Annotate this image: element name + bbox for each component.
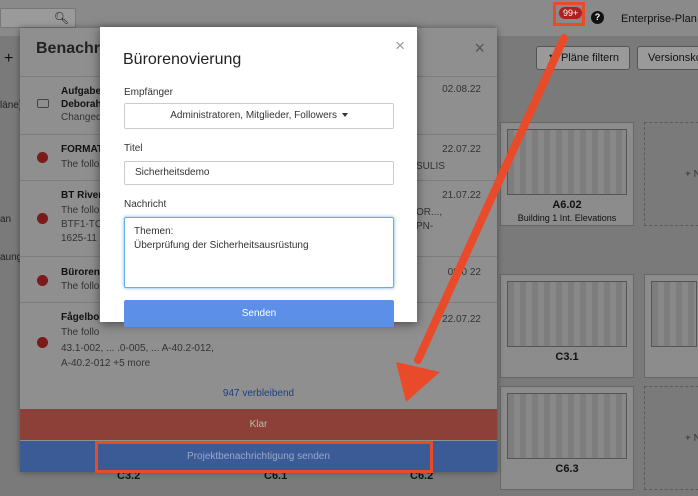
notification-heading: Fågelbo — [61, 312, 100, 323]
alert-icon — [37, 337, 48, 348]
filter-plans-label: Pläne filtern — [560, 52, 620, 64]
recipients-select[interactable]: Administratoren, Mitglieder, Followers — [124, 103, 394, 129]
plan-subtitle: Building 1 Int. Elevations — [517, 213, 617, 223]
caret-down-icon — [341, 113, 348, 118]
project-notification-dialog: Bürorenovierung × Empfänger Administrato… — [100, 27, 417, 327]
plan-code: A6.02 — [552, 199, 582, 211]
send-button[interactable]: Senden — [124, 300, 394, 327]
add-plan-label: + N — [685, 169, 698, 180]
notification-text: OR..., — [416, 207, 443, 218]
plan-code: C3.1 — [555, 351, 579, 363]
plan-thumbnail[interactable] — [644, 274, 698, 378]
notification-text: The follo — [61, 205, 100, 216]
plan-thumbnail[interactable]: C3.1 — [500, 274, 634, 378]
notification-heading: FORMAT — [61, 144, 104, 155]
notification-date: 21.07.22 — [442, 190, 481, 201]
plan-thumbnail[interactable]: C6.3 — [500, 386, 634, 490]
alert-icon — [37, 213, 48, 224]
notification-text: Changed — [61, 112, 102, 123]
notification-text: 1625-11 — [61, 233, 97, 244]
badge-highlight — [553, 2, 585, 26]
close-icon[interactable]: × — [395, 36, 405, 56]
notification-date: 02.08.22 — [442, 84, 481, 95]
chat-icon — [37, 99, 49, 108]
send-button-highlight — [95, 441, 433, 473]
notification-text: SULIS — [416, 161, 445, 172]
plan-preview — [507, 393, 627, 459]
notification-date: 08.0 22 — [447, 267, 481, 278]
notification-text: BTF1-TC — [61, 219, 103, 230]
side-label: an — [0, 214, 12, 225]
help-icon[interactable]: ? — [591, 11, 604, 24]
add-plan-slot[interactable]: + N — [644, 122, 698, 226]
notification-heading: Büroren — [61, 267, 100, 278]
recipients-label: Empfänger — [124, 87, 173, 98]
notification-text: The follo — [61, 281, 100, 292]
versions-button[interactable]: Versionsko — [637, 46, 698, 70]
side-label: läne) — [0, 100, 23, 111]
notification-text: Deborah — [61, 99, 102, 110]
notification-heading: Aufgabe — [61, 86, 101, 97]
plan-preview — [651, 281, 697, 347]
add-plan-label: + N — [685, 433, 698, 444]
title-label: Titel — [124, 143, 143, 154]
notification-heading: BT River — [61, 190, 103, 201]
remaining-count[interactable]: 947 verbleibend — [20, 388, 497, 399]
plan-code: C6.3 — [555, 463, 579, 475]
notification-date: 22.07.22 — [442, 144, 481, 155]
notification-text: The follo — [61, 327, 100, 338]
notification-text: PN- — [416, 221, 434, 232]
alert-icon — [37, 152, 48, 163]
plan-preview — [507, 129, 627, 195]
clear-button[interactable]: Klar — [20, 409, 497, 440]
plan-preview — [507, 281, 627, 347]
plan-thumbnail[interactable]: A6.02 Building 1 Int. Elevations — [500, 122, 634, 226]
side-label: aung — [0, 252, 23, 263]
message-label: Nachricht — [124, 199, 167, 210]
alert-icon — [37, 275, 48, 286]
notification-text: The follo — [61, 159, 100, 170]
dialog-title: Bürorenovierung — [123, 51, 242, 68]
message-textarea[interactable]: Themen: Überprüfung der Sicherheitsausrü… — [124, 217, 394, 288]
plan-label[interactable]: Enterprise-Plan — [621, 13, 697, 25]
close-icon[interactable]: × — [474, 38, 485, 59]
add-plan-slot[interactable]: + N — [644, 386, 698, 490]
add-icon[interactable]: + — [4, 50, 13, 68]
notification-text: 43.1-002, ... .0-005, ... A-40.2-012, — [61, 343, 214, 354]
filter-plans-button[interactable]: ▼ Pläne filtern — [536, 46, 630, 70]
notification-text: A-40.2-012 +5 more — [61, 358, 151, 369]
title-input[interactable]: Sicherheitsdemo — [124, 161, 394, 185]
search-icon[interactable]: 🔍︎ — [54, 11, 69, 25]
search-input[interactable]: 🔍︎ — [0, 8, 76, 28]
recipients-value: Administratoren, Mitglieder, Followers — [170, 110, 337, 121]
notification-date: 22.07.22 — [442, 314, 481, 325]
notifications-title: Benachri — [36, 40, 105, 57]
